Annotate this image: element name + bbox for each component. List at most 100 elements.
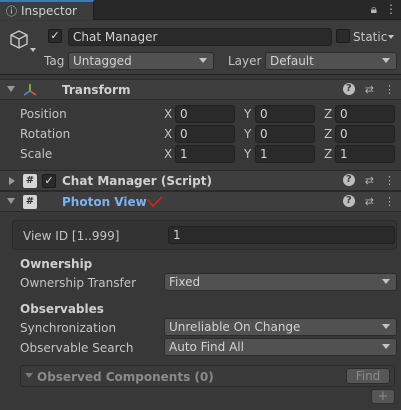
observed-components-label: Observed Components (0) <box>37 370 214 384</box>
gameobject-cube-icon <box>10 30 28 49</box>
layer-label: Layer <box>228 54 262 68</box>
transform-axes-icon <box>23 84 37 96</box>
position-z-input[interactable]: 0 <box>335 105 395 123</box>
red-checkmark-annotation <box>147 196 163 208</box>
static-dropdown-arrow-icon[interactable] <box>388 35 394 39</box>
value: 0 <box>180 127 188 141</box>
value: 1 <box>180 147 188 161</box>
active-checkbox[interactable]: ✓ <box>48 29 62 43</box>
rotation-x-input[interactable]: 0 <box>175 125 235 143</box>
synchronization-dropdown[interactable]: Unreliable On Change <box>164 318 397 336</box>
observed-components-list: Observed Components (0) Find <box>20 365 395 387</box>
axis-x-label: X <box>164 107 173 121</box>
axis-y-label: Y <box>244 127 252 141</box>
kebab-menu-icon[interactable]: ⋮ <box>384 195 395 208</box>
value: 0 <box>180 107 188 121</box>
chevron-down-icon <box>382 58 390 63</box>
axis-z-label: Z <box>324 147 333 161</box>
static-checkbox[interactable] <box>336 29 350 43</box>
position-label: Position <box>20 107 67 121</box>
value: 1 <box>260 147 268 161</box>
tag-label: Tag <box>44 54 65 68</box>
cube-dropdown-arrow-icon[interactable] <box>30 48 36 52</box>
axis-z-label: Z <box>324 107 333 121</box>
gameobject-header: ✓ Chat Manager Static Tag Untagged Layer… <box>0 21 401 75</box>
transform-body: Position X 0 Y 0 Z 0 Rotation X 0 Y 0 Z … <box>0 101 401 169</box>
help-icon[interactable]: ? <box>342 174 355 186</box>
axis-z-label: Z <box>324 127 333 141</box>
axis-x-label: X <box>164 127 173 141</box>
rotation-label: Rotation <box>20 127 71 141</box>
layer-dropdown[interactable]: Default <box>265 52 397 70</box>
transform-header[interactable]: Transform ? ⇄ ⋮ <box>0 79 401 100</box>
script-enabled-checkbox[interactable]: ✓ <box>42 174 56 188</box>
tag-dropdown[interactable]: Untagged <box>68 52 214 70</box>
lock-icon[interactable]: 🔒︎ <box>371 2 377 17</box>
photon-view-title: Photon View <box>62 195 147 209</box>
script-header-icons: ? ⇄ ⋮ <box>342 174 395 187</box>
info-icon: ⓘ <box>6 5 17 18</box>
find-label: Find <box>355 369 381 383</box>
tab-controls: 🔒︎ ⋮ <box>371 2 397 17</box>
transform-header-icons: ? ⇄ ⋮ <box>342 83 395 96</box>
script-hash-icon: # <box>23 195 37 209</box>
observable-search-value: Auto Find All <box>169 340 244 354</box>
value: 1 <box>340 147 348 161</box>
presets-icon[interactable]: ⇄ <box>365 195 374 208</box>
add-observed-button[interactable]: + <box>371 389 395 404</box>
rotation-z-input[interactable]: 0 <box>335 125 395 143</box>
gameobject-name-input[interactable]: Chat Manager <box>68 28 332 46</box>
presets-icon[interactable]: ⇄ <box>365 174 374 187</box>
synchronization-value: Unreliable On Change <box>169 320 301 334</box>
axis-x-label: X <box>164 147 173 161</box>
photon-view-header[interactable]: # Photon View ? ⇄ ⋮ <box>0 191 401 212</box>
position-y-input[interactable]: 0 <box>255 105 315 123</box>
ownership-header: Ownership <box>20 257 93 271</box>
kebab-menu-icon[interactable]: ⋮ <box>384 83 395 96</box>
view-id-panel: View ID [1..999] 1 <box>12 220 397 250</box>
view-id-input[interactable]: 1 <box>168 226 395 244</box>
static-label: Static <box>353 30 388 44</box>
transform-title: Transform <box>62 83 131 97</box>
help-icon[interactable]: ? <box>342 195 355 207</box>
kebab-menu-icon[interactable]: ⋮ <box>384 174 395 187</box>
photon-header-icons: ? ⇄ ⋮ <box>342 195 395 208</box>
tab-inspector[interactable]: ⓘ Inspector <box>0 0 94 20</box>
chevron-down-icon <box>382 279 390 284</box>
position-x-input[interactable]: 0 <box>175 105 235 123</box>
presets-icon[interactable]: ⇄ <box>365 83 374 96</box>
help-icon[interactable]: ? <box>342 83 355 95</box>
ownership-transfer-dropdown[interactable]: Fixed <box>164 273 397 291</box>
layer-value: Default <box>270 54 314 68</box>
tab-bar: ⓘ Inspector 🔒︎ ⋮ <box>0 0 401 20</box>
scale-label: Scale <box>20 147 53 161</box>
find-button[interactable]: Find <box>346 368 390 384</box>
synchronization-label: Synchronization <box>20 321 117 335</box>
view-id-label: View ID [1..999] <box>23 229 120 243</box>
tag-value: Untagged <box>73 54 132 68</box>
foldout-arrow-icon[interactable] <box>25 373 33 378</box>
script-title: Chat Manager (Script) <box>62 174 212 188</box>
scale-y-input[interactable]: 1 <box>255 145 315 163</box>
axis-y-label: Y <box>244 147 252 161</box>
ownership-transfer-value: Fixed <box>169 275 201 289</box>
chevron-down-icon <box>382 324 390 329</box>
plus-icon: + <box>377 389 389 404</box>
foldout-arrow-icon[interactable] <box>7 86 15 92</box>
observables-header: Observables <box>20 302 104 316</box>
ownership-transfer-label: Ownership Transfer <box>20 276 137 290</box>
kebab-menu-icon[interactable]: ⋮ <box>385 2 397 17</box>
scale-x-input[interactable]: 1 <box>175 145 235 163</box>
scale-z-input[interactable]: 1 <box>335 145 395 163</box>
tab-title: Inspector <box>21 4 77 18</box>
script-component-header[interactable]: # ✓ Chat Manager (Script) ? ⇄ ⋮ <box>0 170 401 191</box>
gameobject-name: Chat Manager <box>73 30 158 44</box>
rotation-y-input[interactable]: 0 <box>255 125 315 143</box>
observable-search-label: Observable Search <box>20 341 134 355</box>
value: 0 <box>260 107 268 121</box>
foldout-arrow-icon[interactable] <box>9 177 15 185</box>
foldout-arrow-icon[interactable] <box>7 198 15 204</box>
value: 0 <box>260 127 268 141</box>
observable-search-dropdown[interactable]: Auto Find All <box>164 338 397 356</box>
view-id-value: 1 <box>173 228 181 242</box>
